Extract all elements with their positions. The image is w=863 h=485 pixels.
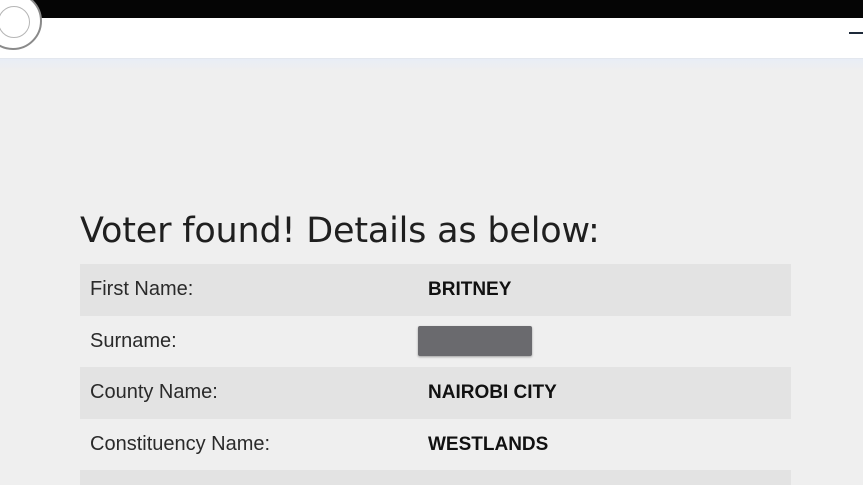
detail-value: NAIROBI CITY (428, 382, 557, 403)
top-bar (0, 0, 863, 18)
detail-label: County Name: (90, 381, 218, 403)
voter-details-table: First Name: BRITNEY Surname: County Name… (80, 264, 791, 470)
menu-icon[interactable] (849, 32, 863, 34)
detail-label: Surname: (90, 329, 177, 352)
detail-label: Constituency Name: (90, 432, 271, 455)
detail-label: First Name: (90, 278, 194, 300)
detail-row-constituency: Constituency Name: WESTLANDS (80, 419, 791, 471)
detail-value: WESTLANDS (428, 433, 549, 455)
detail-row-next (80, 470, 791, 485)
redaction-box (418, 326, 532, 356)
result-heading: Voter found! Details as below: (80, 211, 600, 251)
detail-row-first-name: First Name: BRITNEY (80, 264, 791, 316)
site-header (0, 0, 863, 59)
circular-emblem-icon[interactable] (0, 0, 42, 50)
detail-value: BRITNEY (428, 279, 512, 300)
detail-row-county: County Name: NAIROBI CITY (80, 367, 791, 419)
header-shadow (0, 59, 863, 71)
